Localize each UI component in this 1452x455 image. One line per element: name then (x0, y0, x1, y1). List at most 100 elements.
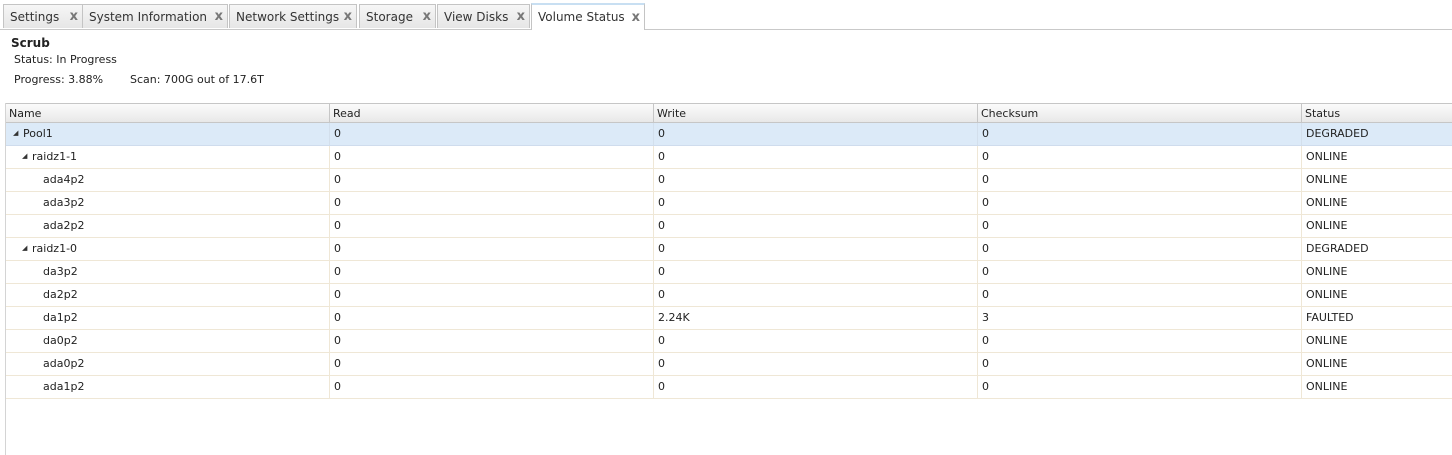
row-read: 0 (330, 376, 654, 398)
scrub-section: Scrub (11, 36, 50, 50)
tab-settings[interactable]: Settings x (3, 4, 83, 28)
row-write: 0 (654, 284, 978, 306)
tab-label: Network Settings (236, 10, 340, 24)
close-icon[interactable]: x (344, 5, 352, 29)
row-write: 0 (654, 330, 978, 352)
scrub-status: Status: In Progress (14, 53, 117, 66)
row-read: 0 (330, 353, 654, 375)
row-checksum: 0 (978, 169, 1302, 191)
table-row[interactable]: ◢ Pool1 0 0 0 DEGRADED (6, 123, 1452, 146)
grid-header: Name Read Write Checksum Status (6, 103, 1452, 123)
row-name: ada2p2 (6, 215, 330, 237)
row-name: raidz1-1 (32, 150, 78, 163)
row-name: ada0p2 (6, 353, 330, 375)
row-checksum: 0 (978, 146, 1302, 168)
row-write: 0 (654, 353, 978, 375)
row-status: ONLINE (1306, 219, 1348, 232)
row-write: 0 (654, 146, 978, 168)
row-name: ada4p2 (6, 169, 330, 191)
column-header-name[interactable]: Name (6, 104, 330, 122)
row-status: ONLINE (1306, 288, 1348, 301)
row-checksum: 0 (978, 284, 1302, 306)
tab-label: Volume Status (538, 10, 625, 24)
row-read: 0 (330, 307, 654, 329)
row-status: ONLINE (1306, 357, 1348, 370)
row-name: da0p2 (6, 330, 330, 352)
row-name: da1p2 (6, 307, 330, 329)
row-checksum: 0 (978, 261, 1302, 283)
row-read: 0 (330, 215, 654, 237)
table-row[interactable]: da3p2 0 0 0 ONLINE (6, 261, 1452, 284)
row-read: 0 (330, 238, 654, 260)
column-header-read[interactable]: Read (330, 104, 654, 122)
row-status: ONLINE (1306, 196, 1348, 209)
row-write: 0 (654, 215, 978, 237)
tab-label: System Information (89, 10, 208, 24)
table-row[interactable]: da1p2 0 2.24K 3 FAULTED (6, 307, 1452, 330)
row-read: 0 (330, 330, 654, 352)
row-name: da2p2 (6, 284, 330, 306)
row-name: ada3p2 (6, 192, 330, 214)
table-row[interactable]: da0p2 0 0 0 ONLINE (6, 330, 1452, 353)
row-read: 0 (330, 169, 654, 191)
row-status: ONLINE (1306, 380, 1348, 393)
row-name: da3p2 (6, 261, 330, 283)
row-read: 0 (330, 261, 654, 283)
close-icon[interactable]: x (423, 5, 431, 29)
table-row[interactable]: ◢ raidz1-1 0 0 0 ONLINE (6, 146, 1452, 169)
tab-network-settings[interactable]: Network Settings x (229, 4, 357, 28)
table-row[interactable]: ada2p2 0 0 0 ONLINE (6, 215, 1452, 238)
row-read: 0 (330, 284, 654, 306)
close-icon[interactable]: x (70, 5, 78, 29)
row-write: 0 (654, 123, 978, 145)
tab-storage[interactable]: Storage x (359, 4, 436, 28)
row-name: Pool1 (23, 127, 53, 140)
close-icon[interactable]: x (517, 5, 525, 29)
row-status: ONLINE (1306, 334, 1348, 347)
row-status: FAULTED (1306, 311, 1354, 324)
tab-system-information[interactable]: System Information x (82, 4, 228, 28)
row-write: 0 (654, 238, 978, 260)
table-row[interactable]: ada1p2 0 0 0 ONLINE (6, 376, 1452, 399)
row-read: 0 (330, 146, 654, 168)
tab-label: Storage (366, 10, 413, 24)
close-icon[interactable]: x (632, 5, 640, 30)
tab-volume-status[interactable]: Volume Status x (531, 3, 645, 30)
column-header-status[interactable]: Status (1302, 104, 1452, 122)
column-header-write[interactable]: Write (654, 104, 978, 122)
row-checksum: 0 (978, 353, 1302, 375)
row-name: raidz1-0 (32, 242, 78, 255)
expand-triangle-icon[interactable]: ◢ (13, 123, 23, 144)
row-read: 0 (330, 123, 654, 145)
tab-bar: Settings x System Information x Network … (0, 0, 1452, 30)
close-icon[interactable]: x (215, 5, 223, 29)
row-status: ONLINE (1306, 150, 1348, 163)
table-row[interactable]: ada4p2 0 0 0 ONLINE (6, 169, 1452, 192)
table-row[interactable]: ada0p2 0 0 0 ONLINE (6, 353, 1452, 376)
row-write: 2.24K (654, 307, 978, 329)
row-write: 0 (654, 261, 978, 283)
row-read: 0 (330, 192, 654, 214)
table-row[interactable]: ◢ raidz1-0 0 0 0 DEGRADED (6, 238, 1452, 261)
row-write: 0 (654, 169, 978, 191)
row-status: ONLINE (1306, 173, 1348, 186)
table-row[interactable]: da2p2 0 0 0 ONLINE (6, 284, 1452, 307)
row-checksum: 0 (978, 192, 1302, 214)
volume-status-grid: Name Read Write Checksum Status ◢ Pool1 0… (5, 103, 1452, 399)
scrub-progress: Progress: 3.88% (14, 73, 104, 86)
scrub-scan: Scan: 700G out of 17.6T (130, 73, 264, 86)
row-write: 0 (654, 376, 978, 398)
row-status: DEGRADED (1306, 242, 1369, 255)
row-checksum: 0 (978, 123, 1302, 145)
tab-label: Settings (10, 10, 60, 24)
expand-triangle-icon[interactable]: ◢ (22, 238, 32, 259)
column-header-checksum[interactable]: Checksum (978, 104, 1302, 122)
tab-label: View Disks (444, 10, 509, 24)
row-name: ada1p2 (6, 376, 330, 398)
row-status: ONLINE (1306, 265, 1348, 278)
row-checksum: 0 (978, 330, 1302, 352)
tab-view-disks[interactable]: View Disks x (437, 4, 530, 28)
expand-triangle-icon[interactable]: ◢ (22, 146, 32, 167)
table-row[interactable]: ada3p2 0 0 0 ONLINE (6, 192, 1452, 215)
row-checksum: 0 (978, 215, 1302, 237)
